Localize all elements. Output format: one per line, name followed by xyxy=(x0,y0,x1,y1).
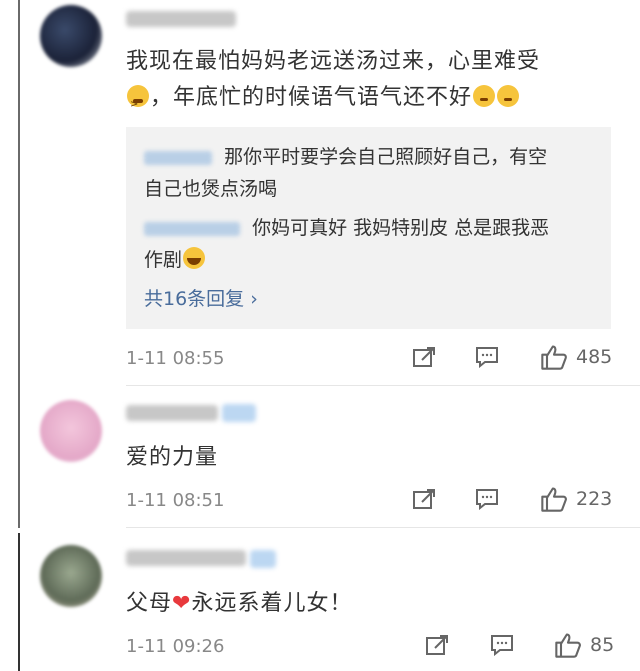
reply-preview[interactable]: 那你平时要学会自己照顾好自己，有空 自己也煲点汤喝 你妈可真好 我妈特别皮 总是… xyxy=(126,127,611,329)
tired-face-emoji xyxy=(127,85,149,159)
username[interactable] xyxy=(126,11,236,27)
comment-time: 1-11 08:51 xyxy=(126,490,225,511)
comment-text: 我现在最怕妈妈老远送汤过来，心里难受 ，年底忙的时候语气语气还不好 xyxy=(126,44,616,159)
divider xyxy=(126,385,640,386)
share-icon xyxy=(413,347,435,367)
reply-item: 你妈可真好 我妈特别皮 总是跟我恶 xyxy=(144,212,549,244)
comment-icon xyxy=(491,635,513,656)
like-button[interactable]: 485 xyxy=(540,344,612,370)
avatar[interactable] xyxy=(40,545,102,607)
comment-text-line1: 我现在最怕妈妈老远送汤过来，心里难受 xyxy=(126,49,541,74)
reply-item-cont: 自己也煲点汤喝 xyxy=(144,178,278,200)
pensive-face-emoji xyxy=(473,85,496,107)
user-badge xyxy=(250,550,276,568)
like-count: 485 xyxy=(576,346,613,368)
comment-time: 1-11 08:55 xyxy=(126,348,225,369)
comment-button[interactable] xyxy=(475,488,499,510)
thumbs-up-icon xyxy=(555,633,581,658)
thumbs-up-icon xyxy=(541,345,567,370)
avatar[interactable] xyxy=(40,400,102,462)
thread-rule xyxy=(18,0,20,528)
pensive-face-emoji xyxy=(497,85,520,107)
comment-text: 父母❤永远系着儿女！ xyxy=(126,586,352,622)
like-button[interactable]: 85 xyxy=(554,632,614,658)
user-badge xyxy=(222,404,256,422)
username[interactable] xyxy=(126,550,246,566)
comment-text: 爱的力量 xyxy=(126,445,219,470)
share-button[interactable] xyxy=(412,488,436,510)
reply-username[interactable] xyxy=(144,221,240,236)
more-replies-link[interactable]: 共16条回复 › xyxy=(144,284,258,311)
like-count: 85 xyxy=(590,634,615,656)
avatar[interactable] xyxy=(40,5,102,67)
reply-item: 那你平时要学会自己照顾好自己，有空 xyxy=(144,141,547,173)
share-button[interactable] xyxy=(425,634,449,656)
comment-time: 1-11 09:26 xyxy=(126,636,225,657)
username[interactable] xyxy=(126,405,218,421)
comment-icon xyxy=(476,347,498,368)
like-button[interactable]: 223 xyxy=(540,486,612,512)
reply-username[interactable] xyxy=(144,150,212,165)
laughing-emoji xyxy=(183,247,206,269)
heart-emoji: ❤ xyxy=(172,591,192,616)
thumbs-up-icon xyxy=(541,487,567,512)
comment-button[interactable] xyxy=(490,634,514,656)
share-button[interactable] xyxy=(412,346,436,368)
reply-item-cont: 作剧 xyxy=(144,244,206,276)
comment-icon xyxy=(476,489,498,510)
thread-rule-selected xyxy=(18,533,20,671)
like-count: 223 xyxy=(576,488,613,510)
share-icon xyxy=(426,635,448,655)
share-icon xyxy=(413,489,435,509)
comment-text-line2: ，年底忙的时候语气语气还不好 xyxy=(150,85,473,110)
comment-button[interactable] xyxy=(475,346,499,368)
divider xyxy=(126,527,640,528)
